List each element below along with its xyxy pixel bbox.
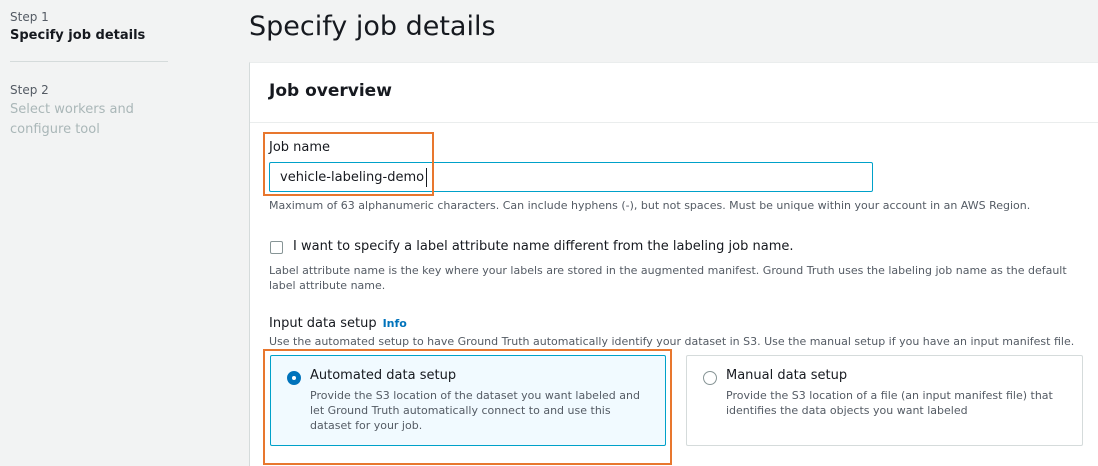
option-description-line-3: dataset for your job. [310, 419, 423, 432]
label-attribute-hint-line-2: label attribute name. [269, 279, 386, 292]
label-attribute-checkbox-label[interactable]: I want to specify a label attribute name… [293, 239, 794, 254]
sidebar-divider [10, 61, 168, 62]
option-description-line-2: identifies the data objects you want lab… [726, 404, 968, 417]
option-description-line-2: let Ground Truth automatically connect t… [310, 404, 611, 417]
option-description: Provide the S3 location of the dataset y… [310, 388, 650, 433]
label-attribute-checkbox[interactable] [270, 241, 283, 254]
job-name-hint: Maximum of 63 alphanumeric characters. C… [269, 199, 1031, 212]
job-overview-panel: Job overview Job name Maximum of 63 alph… [249, 62, 1098, 466]
job-name-label: Job name [269, 140, 331, 155]
sidebar-step-1[interactable]: Step 1 Specify job details [10, 9, 145, 45]
step-title: Specify job details [10, 28, 146, 43]
input-data-setup-label: Input data setup [269, 316, 377, 331]
step-number: Step 2 [10, 83, 49, 97]
page-title: Specify job details [249, 11, 496, 42]
option-title: Manual data setup [726, 368, 848, 383]
panel-header: Job overview [250, 63, 1098, 123]
job-name-input[interactable] [269, 162, 873, 192]
step-number: Step 1 [10, 10, 49, 24]
option-description: Provide the S3 location of a file (an in… [726, 388, 1066, 418]
step-title-line-2: configure tool [10, 122, 100, 137]
input-data-setup-hint: Use the automated setup to have Ground T… [269, 335, 1075, 348]
automated-data-setup-radio[interactable] [287, 371, 301, 385]
option-title: Automated data setup [310, 368, 457, 383]
panel-title: Job overview [269, 81, 392, 101]
option-description-line-1: Provide the S3 location of the dataset y… [310, 389, 640, 402]
text-cursor [426, 168, 427, 187]
manual-data-setup-radio[interactable] [703, 371, 717, 385]
step-title-line-1: Select workers and [10, 102, 134, 117]
label-attribute-hint-line-1: Label attribute name is the key where yo… [269, 264, 1067, 277]
automated-data-setup-option[interactable]: Automated data setup Provide the S3 loca… [270, 355, 666, 446]
manual-data-setup-option[interactable]: Manual data setup Provide the S3 locatio… [686, 355, 1083, 446]
info-link[interactable]: Info [383, 317, 407, 330]
option-description-line-1: Provide the S3 location of a file (an in… [726, 389, 1053, 402]
sidebar-step-2[interactable]: Step 2 Select workers and configure tool [10, 82, 134, 140]
input-data-setup-heading: Input data setup Info [269, 316, 407, 331]
wizard-sidebar: Step 1 Specify job details Step 2 Select… [0, 0, 248, 465]
